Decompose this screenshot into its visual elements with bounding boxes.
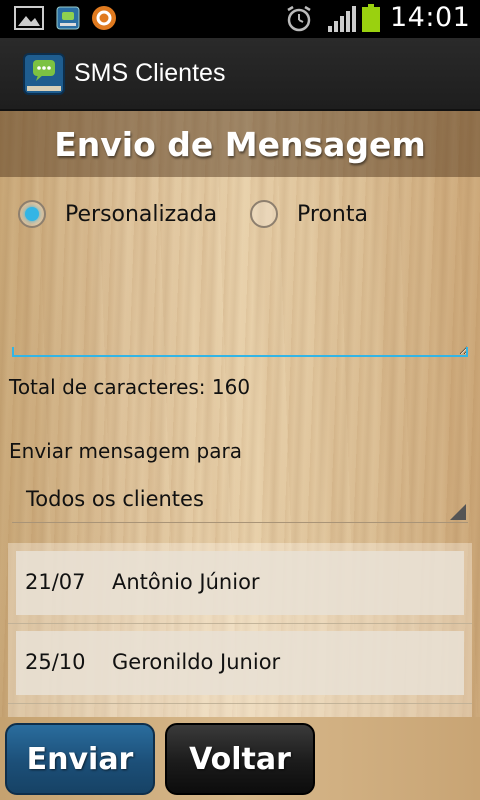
list-item[interactable]: 21/07 Antônio Júnior xyxy=(16,551,464,615)
list-divider xyxy=(8,703,472,704)
bottom-button-bar: Enviar Voltar xyxy=(0,717,480,800)
char-count: Total de caracteres: 160 xyxy=(9,375,251,399)
dropdown-value: Todos os clientes xyxy=(26,487,204,511)
radio-personalizada[interactable]: Personalizada xyxy=(18,197,217,231)
client-name: Antônio Júnior xyxy=(112,570,260,594)
list-divider xyxy=(8,623,472,624)
main-content: Envio de Mensagem Personalizada Pronta T… xyxy=(0,111,480,800)
sync-icon xyxy=(92,6,116,30)
send-button[interactable]: Enviar xyxy=(5,723,155,795)
client-date: 21/07 xyxy=(25,570,86,594)
dropdown-arrow-icon xyxy=(450,504,466,520)
app-logo-icon[interactable] xyxy=(22,52,66,96)
send-to-label: Enviar mensagem para xyxy=(9,439,242,463)
action-bar: SMS Clientes xyxy=(0,38,480,111)
radio-button-checked[interactable] xyxy=(18,200,46,228)
radio-pronta[interactable]: Pronta xyxy=(250,197,368,231)
app-title: SMS Clientes xyxy=(74,59,226,87)
radio-button-unchecked[interactable] xyxy=(250,200,278,228)
client-date: 25/10 xyxy=(25,650,86,674)
message-input-underline xyxy=(12,347,468,357)
app-notification-icon xyxy=(56,6,80,30)
recipients-dropdown[interactable]: Todos os clientes xyxy=(12,479,468,523)
alarm-icon xyxy=(287,5,311,32)
clock: 14:01 xyxy=(390,2,471,33)
radio-label: Personalizada xyxy=(65,201,218,227)
radio-label: Pronta xyxy=(297,201,368,227)
back-button[interactable]: Voltar xyxy=(165,723,315,795)
battery-icon xyxy=(362,4,380,32)
gallery-icon xyxy=(14,6,44,30)
client-list[interactable]: 21/07 Antônio Júnior 25/10 Geronildo Jun… xyxy=(8,543,472,721)
signal-icon xyxy=(328,6,356,32)
message-input[interactable] xyxy=(12,247,468,357)
page-title: Envio de Mensagem xyxy=(54,125,426,164)
status-bar: 14:01 xyxy=(0,0,480,38)
list-item[interactable]: 25/10 Geronildo Junior xyxy=(16,631,464,695)
client-name: Geronildo Junior xyxy=(112,650,281,674)
title-band: Envio de Mensagem xyxy=(0,111,480,177)
